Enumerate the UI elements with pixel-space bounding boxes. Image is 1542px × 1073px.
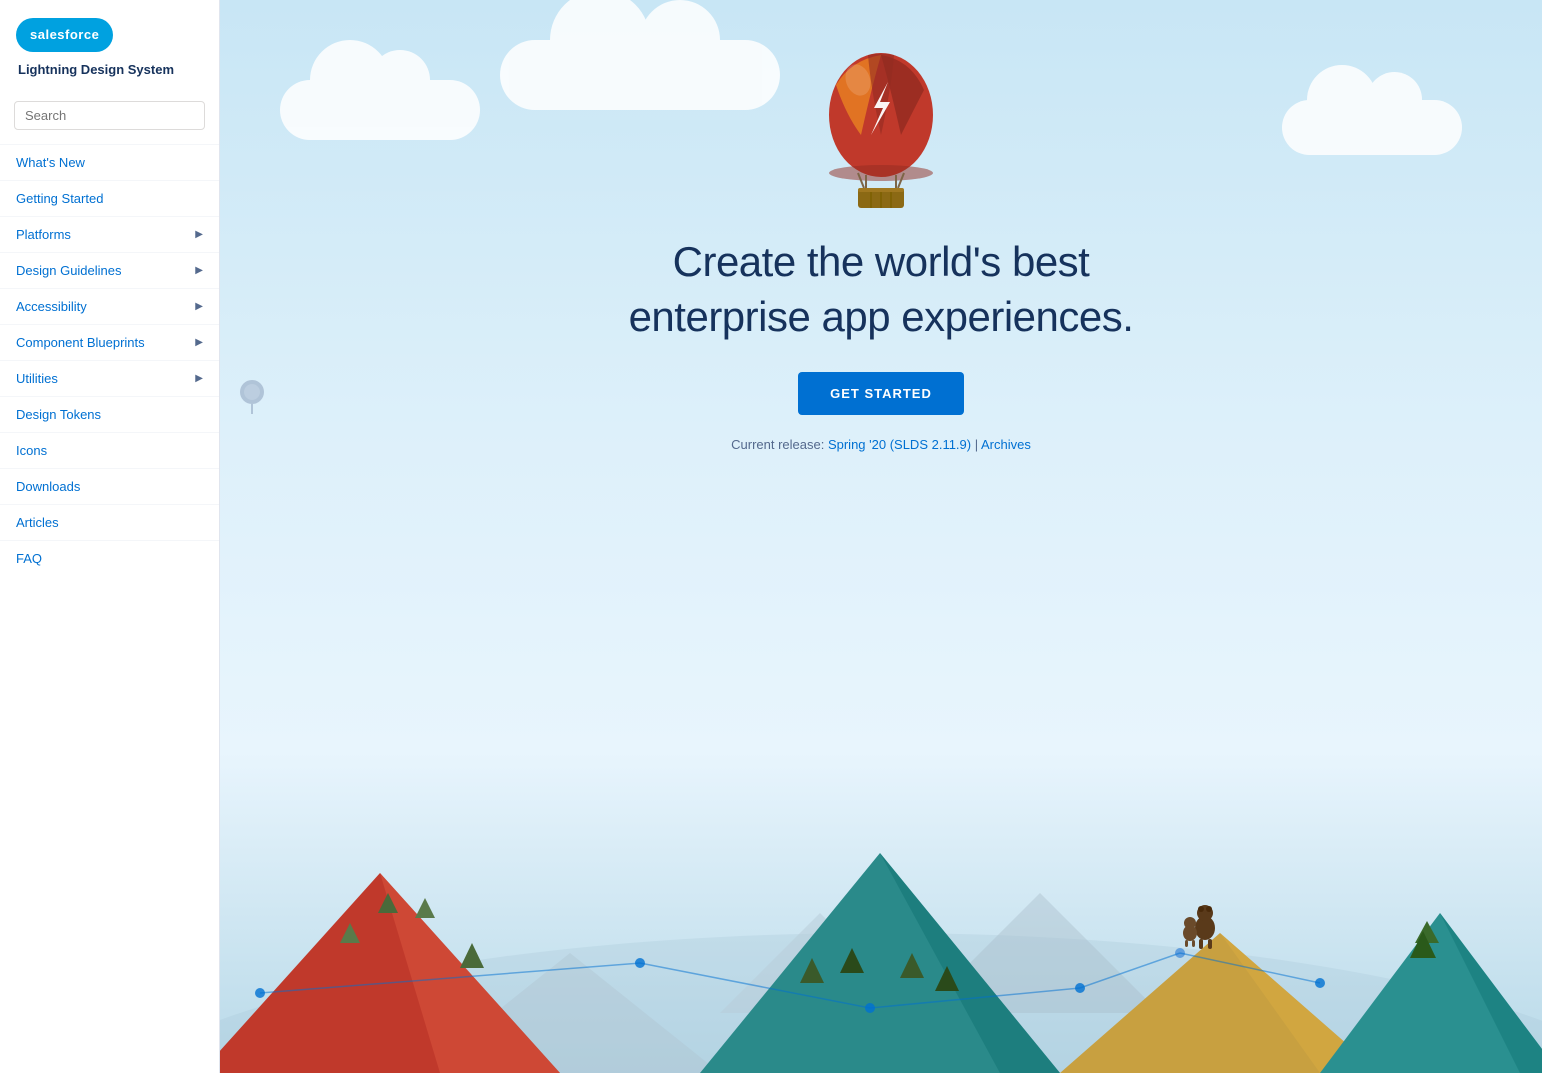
sidebar-item-utilities[interactable]: Utilities ▶ bbox=[0, 360, 219, 396]
release-link[interactable]: Spring '20 (SLDS 2.11.9) bbox=[828, 437, 971, 452]
sidebar-item-icons[interactable]: Icons bbox=[0, 432, 219, 468]
chevron-right-icon: ▶ bbox=[195, 229, 203, 240]
sidebar-item-downloads[interactable]: Downloads bbox=[0, 468, 219, 504]
sidebar-item-label: FAQ bbox=[16, 551, 42, 566]
sidebar-title: Lightning Design System bbox=[16, 62, 174, 77]
hero-headline: Create the world's best enterprise app e… bbox=[629, 235, 1134, 344]
sidebar-item-design-guidelines[interactable]: Design Guidelines ▶ bbox=[0, 252, 219, 288]
sidebar-item-label: Utilities bbox=[16, 371, 58, 386]
pin-illustration bbox=[240, 380, 264, 410]
release-info: Current release: Spring '20 (SLDS 2.11.9… bbox=[731, 437, 1031, 452]
get-started-button[interactable]: GET STARTED bbox=[798, 372, 964, 415]
search-input[interactable] bbox=[14, 101, 205, 130]
sidebar-item-label: Design Tokens bbox=[16, 407, 101, 422]
nav-list: What's NewGetting StartedPlatforms▶Desig… bbox=[0, 144, 219, 576]
sidebar-item-label: Accessibility bbox=[16, 299, 87, 314]
sidebar-item-whats-new[interactable]: What's New bbox=[0, 144, 219, 180]
main-content: Create the world's best enterprise app e… bbox=[220, 0, 1542, 1073]
salesforce-logo-text: salesforce bbox=[30, 27, 99, 42]
sidebar-item-label: Component Blueprints bbox=[16, 335, 145, 350]
chevron-right-icon: ▶ bbox=[195, 337, 203, 348]
sidebar-item-label: Icons bbox=[16, 443, 47, 458]
hero-line-2: enterprise app experiences. bbox=[629, 290, 1134, 345]
chevron-right-icon: ▶ bbox=[195, 373, 203, 384]
sidebar-item-getting-started[interactable]: Getting Started bbox=[0, 180, 219, 216]
sidebar-item-label: Getting Started bbox=[16, 191, 103, 206]
archives-link[interactable]: Archives bbox=[981, 437, 1031, 452]
sidebar-item-label: Articles bbox=[16, 515, 59, 530]
sidebar-item-label: Platforms bbox=[16, 227, 71, 242]
salesforce-logo[interactable]: salesforce bbox=[16, 18, 113, 52]
sidebar-item-design-tokens[interactable]: Design Tokens bbox=[0, 396, 219, 432]
sidebar-item-faq[interactable]: FAQ bbox=[0, 540, 219, 576]
hero-line-1: Create the world's best bbox=[629, 235, 1134, 290]
landscape-illustration bbox=[220, 813, 1542, 1073]
search-box[interactable] bbox=[14, 101, 205, 130]
chevron-right-icon: ▶ bbox=[195, 265, 203, 276]
chevron-right-icon: ▶ bbox=[195, 301, 203, 312]
balloon-illustration bbox=[816, 40, 946, 215]
hero-section: Create the world's best enterprise app e… bbox=[220, 0, 1542, 452]
logo-area: salesforce Lightning Design System bbox=[0, 0, 219, 93]
release-prefix: Current release: bbox=[731, 437, 828, 452]
sidebar-item-articles[interactable]: Articles bbox=[0, 504, 219, 540]
sidebar-item-label: Downloads bbox=[16, 479, 80, 494]
sidebar-item-platforms[interactable]: Platforms ▶ bbox=[0, 216, 219, 252]
sidebar-item-accessibility[interactable]: Accessibility ▶ bbox=[0, 288, 219, 324]
sidebar: salesforce Lightning Design System What'… bbox=[0, 0, 220, 1073]
sidebar-item-component-blueprints[interactable]: Component Blueprints ▶ bbox=[0, 324, 219, 360]
sidebar-item-label: Design Guidelines bbox=[16, 263, 122, 278]
sidebar-item-label: What's New bbox=[16, 155, 85, 170]
